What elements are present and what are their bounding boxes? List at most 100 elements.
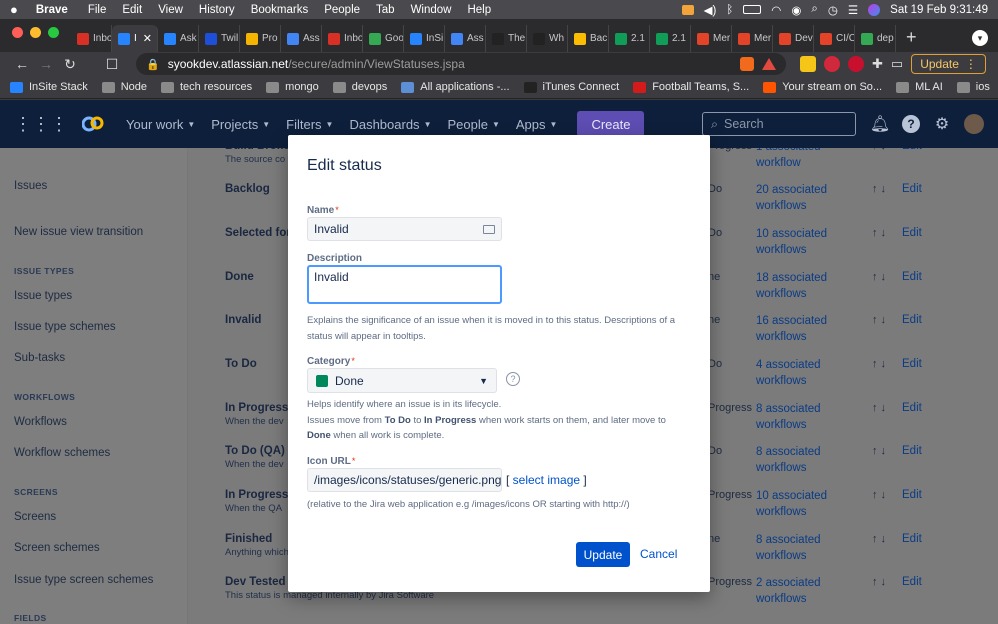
spotlight-icon[interactable]: ⌕ bbox=[811, 3, 817, 16]
associated-workflows-link[interactable]: 20 associated workflows bbox=[756, 183, 866, 214]
browser-tab[interactable]: Twil bbox=[199, 25, 240, 52]
associated-workflows-link[interactable]: 16 associated workflows bbox=[756, 314, 866, 345]
icon-url-field[interactable]: /images/icons/statuses/generic.png bbox=[307, 468, 502, 492]
siri-icon[interactable] bbox=[868, 3, 881, 16]
create-button[interactable]: Create bbox=[577, 111, 645, 137]
reorder-arrows-icon[interactable]: ↑↓ bbox=[872, 314, 889, 326]
sidebar-item[interactable]: Workflows bbox=[14, 416, 67, 428]
browser-tab[interactable]: Ass bbox=[445, 25, 486, 52]
browser-tab[interactable]: Goo bbox=[363, 25, 404, 52]
sidebar-item[interactable]: Screens bbox=[14, 511, 56, 523]
reorder-arrows-icon[interactable]: ↑↓ bbox=[872, 533, 889, 545]
sidebar-item[interactable]: New issue view transition bbox=[14, 226, 143, 238]
jira-logo-icon[interactable] bbox=[82, 115, 104, 133]
browser-tab[interactable]: Dev bbox=[773, 25, 814, 52]
associated-workflows-link[interactable]: 2 associated workflows bbox=[756, 576, 866, 607]
reorder-arrows-icon[interactable]: ↑↓ bbox=[872, 445, 889, 457]
browser-tab[interactable]: dep bbox=[855, 25, 896, 52]
search-input[interactable]: ⌕ Search bbox=[702, 112, 856, 136]
reorder-arrows-icon[interactable]: ↑↓ bbox=[872, 227, 889, 239]
settings-gear-icon[interactable]: ⚙ bbox=[932, 114, 952, 134]
extension-red-icon[interactable] bbox=[848, 56, 864, 72]
browser-tab[interactable]: Bac bbox=[568, 25, 609, 52]
browser-tab[interactable]: 2.1 bbox=[650, 25, 691, 52]
associated-workflows-link[interactable]: 8 associated workflows bbox=[756, 445, 866, 476]
help-icon[interactable]: ? bbox=[902, 115, 920, 133]
close-window-button[interactable] bbox=[12, 26, 23, 38]
category-select[interactable]: Done ▼ bbox=[307, 368, 497, 393]
associated-workflows-link[interactable]: 18 associated workflows bbox=[756, 271, 866, 302]
bookmark-item[interactable]: ios bbox=[956, 81, 990, 93]
name-field[interactable]: Invalid bbox=[307, 217, 502, 241]
extensions-puzzle-icon[interactable]: ✚ bbox=[872, 56, 883, 72]
wifi-icon[interactable]: ◠ bbox=[771, 3, 781, 17]
associated-workflows-link[interactable]: 8 associated workflows bbox=[756, 533, 866, 564]
volume-icon[interactable]: ◀) bbox=[704, 3, 717, 17]
edit-link[interactable]: Edit bbox=[902, 402, 922, 414]
user-icon[interactable]: ◉ bbox=[791, 3, 801, 17]
reorder-arrows-icon[interactable]: ↑↓ bbox=[872, 489, 889, 501]
bookmark-item[interactable]: tech resources bbox=[161, 81, 252, 93]
edit-link[interactable]: Edit bbox=[902, 576, 922, 588]
bookmark-item[interactable]: mongo bbox=[266, 81, 319, 93]
browser-tab[interactable]: CI/C bbox=[814, 25, 855, 52]
edit-link[interactable]: Edit bbox=[902, 183, 922, 195]
back-arrow-icon[interactable]: ← bbox=[10, 56, 34, 72]
apple-icon[interactable]: ● bbox=[10, 2, 18, 17]
control-center-icon[interactable]: ☰ bbox=[848, 3, 858, 17]
edit-link[interactable]: Edit bbox=[902, 227, 922, 239]
edit-link[interactable]: Edit bbox=[902, 314, 922, 326]
cancel-button[interactable]: Cancel bbox=[640, 547, 677, 561]
edit-link[interactable]: Edit bbox=[902, 271, 922, 283]
update-button[interactable]: Update bbox=[576, 542, 630, 567]
bookmark-item[interactable]: All applications -... bbox=[401, 81, 510, 93]
sidebar-item[interactable]: Sub-tasks bbox=[14, 352, 65, 364]
reload-icon[interactable]: ↻ bbox=[58, 56, 82, 73]
sidebar-item[interactable]: Issue types bbox=[14, 290, 72, 302]
menu-help[interactable]: Help bbox=[467, 4, 491, 16]
nav-projects[interactable]: Projects ▼ bbox=[211, 117, 270, 132]
browser-tab[interactable]: Pro bbox=[240, 25, 281, 52]
menu-people[interactable]: People bbox=[324, 4, 360, 16]
minimize-window-button[interactable] bbox=[30, 26, 41, 38]
sidebar-item[interactable]: Screen schemes bbox=[14, 542, 100, 554]
menu-view[interactable]: View bbox=[158, 4, 183, 16]
bluetooth-icon[interactable]: ᛒ bbox=[726, 4, 733, 16]
nav-your-work[interactable]: Your work ▼ bbox=[126, 117, 195, 132]
browser-update-button[interactable]: Update ⋮ bbox=[911, 54, 986, 74]
edit-link[interactable]: Edit bbox=[902, 489, 922, 501]
sidebar-item[interactable]: Issue type screen schemes bbox=[14, 574, 153, 586]
browser-tab[interactable]: Ask bbox=[158, 25, 199, 52]
reorder-arrows-icon[interactable]: ↑↓ bbox=[872, 576, 889, 588]
menu-file[interactable]: File bbox=[88, 4, 107, 16]
nav-people[interactable]: People ▼ bbox=[447, 117, 499, 132]
new-tab-button[interactable]: + bbox=[896, 27, 927, 52]
menu-window[interactable]: Window bbox=[411, 4, 452, 16]
nav-apps[interactable]: Apps ▼ bbox=[516, 117, 558, 132]
browser-tab[interactable]: Mer bbox=[691, 25, 732, 52]
description-textarea[interactable]: Invalid bbox=[307, 265, 502, 304]
edit-link[interactable]: Edit bbox=[902, 358, 922, 370]
associated-workflows-link[interactable]: 4 associated workflows bbox=[756, 358, 866, 389]
wallet-icon[interactable]: ▭ bbox=[891, 56, 903, 72]
notification-icon[interactable] bbox=[681, 4, 694, 15]
time-machine-icon[interactable]: ◷ bbox=[828, 3, 838, 17]
bookmark-item[interactable]: iTunes Connect bbox=[523, 81, 619, 93]
nav-dashboards[interactable]: Dashboards ▼ bbox=[349, 117, 431, 132]
browser-tab[interactable]: InSi bbox=[404, 25, 445, 52]
battery-icon[interactable] bbox=[743, 5, 762, 14]
edit-link[interactable]: Edit bbox=[902, 533, 922, 545]
sidebar-item[interactable]: Issue type schemes bbox=[14, 321, 116, 333]
bookmark-item[interactable]: ML AI bbox=[896, 81, 943, 93]
avatar[interactable] bbox=[964, 114, 984, 134]
menu-edit[interactable]: Edit bbox=[122, 4, 142, 16]
edit-link[interactable]: Edit bbox=[902, 445, 922, 457]
associated-workflows-link[interactable]: 10 associated workflows bbox=[756, 489, 866, 520]
app-switcher-icon[interactable]: ⋮⋮⋮ bbox=[14, 114, 68, 135]
menu-app-name[interactable]: Brave bbox=[36, 4, 68, 16]
associated-workflows-link[interactable]: 1 associatedworkflow bbox=[756, 148, 866, 171]
brave-shields-icon[interactable] bbox=[740, 57, 754, 71]
category-help-icon[interactable]: ? bbox=[506, 372, 520, 386]
tab-search-icon[interactable]: ▾ bbox=[972, 30, 988, 46]
browser-tab[interactable]: Inbo bbox=[71, 25, 112, 52]
